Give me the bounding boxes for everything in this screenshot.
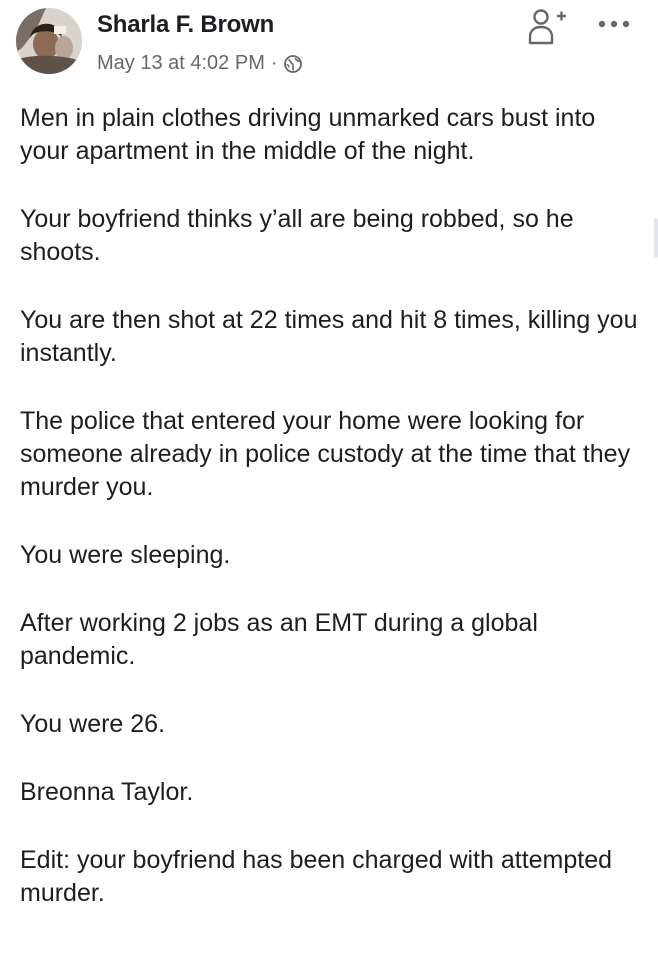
post-paragraph: The police that entered your home were l… xyxy=(20,407,631,501)
post-paragraph: You are then shot at 22 times and hit 8 … xyxy=(20,306,638,367)
post-body: Men in plain clothes driving unmarked ca… xyxy=(20,102,640,910)
post-paragraph: Edit: your boyfriend has been charged wi… xyxy=(20,846,613,907)
scrollbar[interactable] xyxy=(654,218,658,258)
post-paragraph: Breonna Taylor. xyxy=(20,778,194,806)
add-friend-icon[interactable] xyxy=(527,4,567,48)
post-header: Sharla F. Brown May 13 at 4:02 PM · xyxy=(0,0,658,92)
author-name[interactable]: Sharla F. Brown xyxy=(97,11,274,39)
post-paragraph: After working 2 jobs as an EMT during a … xyxy=(20,609,538,670)
post-paragraph: Your boyfriend thinks y’all are being ro… xyxy=(20,205,574,266)
post-meta: May 13 at 4:02 PM · xyxy=(97,52,302,75)
globe-icon[interactable] xyxy=(283,55,302,73)
meta-separator: · xyxy=(270,52,278,74)
post-paragraph: You were 26. xyxy=(20,710,166,738)
more-options-icon[interactable] xyxy=(596,14,632,34)
post-paragraph: You were sleeping. xyxy=(20,541,231,569)
avatar[interactable] xyxy=(16,8,82,74)
post-paragraph: Men in plain clothes driving unmarked ca… xyxy=(20,104,596,165)
post-timestamp[interactable]: May 13 at 4:02 PM xyxy=(97,52,265,75)
